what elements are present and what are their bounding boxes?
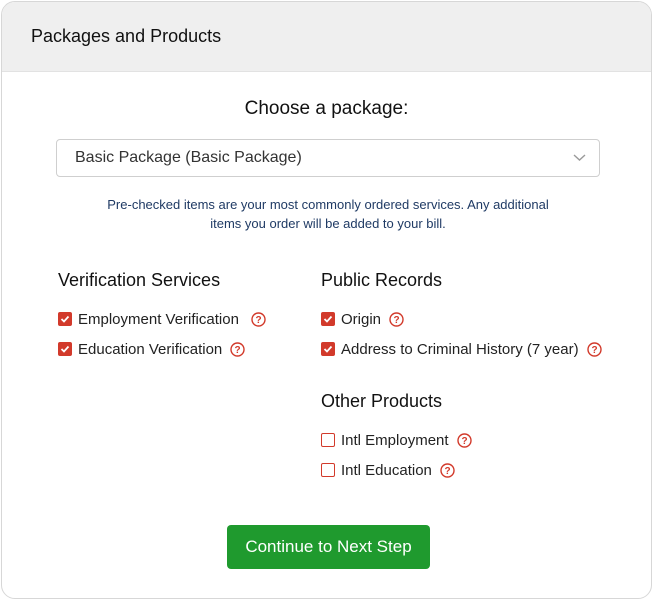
check-icon: [60, 345, 70, 353]
intl-employment-item[interactable]: Intl Employment ?: [321, 430, 472, 450]
origin-label: Origin: [341, 310, 382, 328]
svg-text:?: ?: [591, 345, 597, 356]
employment-verification-checkbox[interactable]: [58, 312, 72, 326]
svg-text:?: ?: [235, 345, 241, 356]
svg-text:?: ?: [393, 315, 399, 326]
verification-services-title: Verification Services: [58, 270, 221, 290]
intl-education-label: Intl Education: [341, 461, 432, 479]
help-icon[interactable]: ?: [230, 341, 245, 357]
continue-button[interactable]: Continue to Next Step: [227, 525, 430, 569]
chevron-down-icon: [573, 154, 586, 161]
other-products-title: Other Products: [321, 391, 443, 411]
education-verification-checkbox[interactable]: [58, 342, 72, 356]
intl-education-item[interactable]: Intl Education ?: [321, 460, 455, 480]
package-heading: Choose a package:: [244, 98, 409, 119]
education-verification-item[interactable]: Education Verification ?: [58, 339, 245, 359]
panel-title: Packages and Products: [31, 26, 222, 46]
packages-panel: Packages and Products Choose a package: …: [1, 1, 652, 599]
origin-item[interactable]: Origin ?: [321, 309, 404, 329]
svg-text:?: ?: [444, 466, 450, 477]
origin-checkbox[interactable]: [321, 312, 335, 326]
intl-education-checkbox[interactable]: [321, 463, 335, 477]
address-criminal-history-checkbox[interactable]: [321, 342, 335, 356]
package-select[interactable]: Basic Package (Basic Package): [56, 139, 600, 177]
employment-verification-item[interactable]: Employment Verification ?: [58, 309, 266, 329]
package-select-value: Basic Package (Basic Package): [75, 149, 302, 166]
check-icon: [323, 345, 333, 353]
help-icon[interactable]: ?: [440, 462, 455, 478]
help-icon[interactable]: ?: [456, 432, 472, 448]
public-records-title: Public Records: [321, 270, 443, 290]
address-criminal-history-label: Address to Criminal History (7 year): [341, 340, 579, 358]
svg-text:?: ?: [461, 436, 467, 447]
help-icon[interactable]: ?: [251, 311, 266, 327]
check-icon: [60, 315, 70, 323]
help-icon[interactable]: ?: [389, 311, 404, 327]
intl-employment-label: Intl Employment: [341, 431, 449, 449]
panel-header: Packages and Products: [2, 2, 651, 72]
address-criminal-history-item[interactable]: Address to Criminal History (7 year) ?: [321, 339, 602, 359]
employment-verification-label: Employment Verification: [78, 310, 239, 328]
help-icon[interactable]: ?: [586, 341, 602, 357]
intl-employment-checkbox[interactable]: [321, 433, 335, 447]
package-note: Pre-checked items are your most commonly…: [107, 197, 549, 231]
svg-text:?: ?: [255, 315, 261, 326]
check-icon: [323, 315, 333, 323]
education-verification-label: Education Verification: [78, 340, 223, 358]
